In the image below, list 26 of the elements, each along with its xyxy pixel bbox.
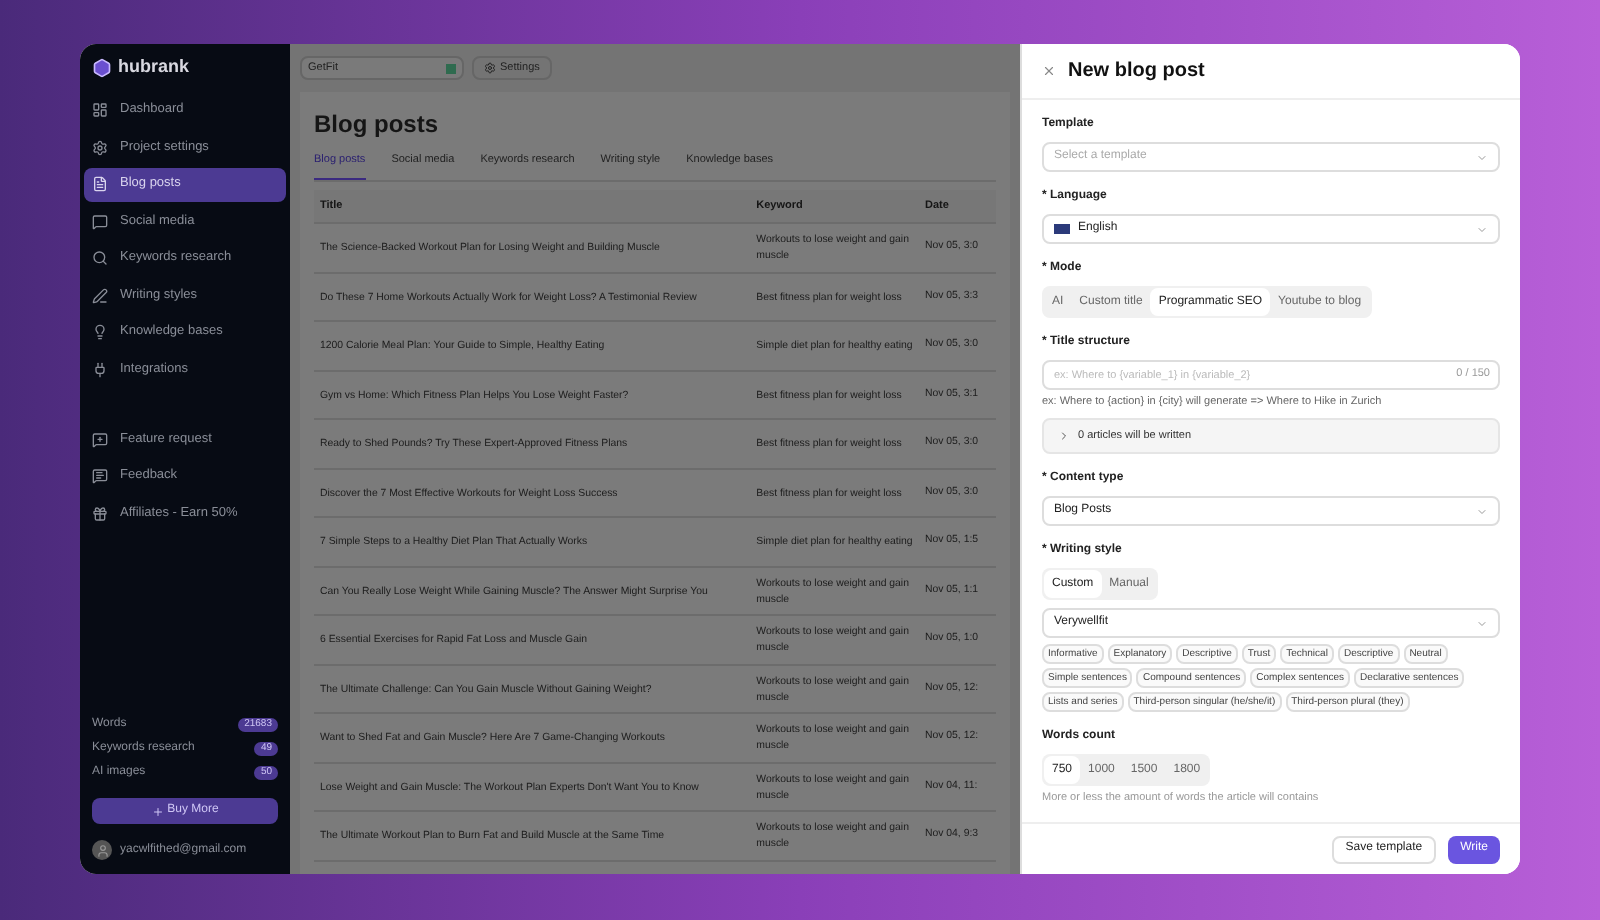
document-icon <box>92 176 108 192</box>
flag-icon <box>1054 224 1070 234</box>
chat-icon <box>92 213 108 229</box>
project-color-icon <box>446 63 456 73</box>
chat-text-icon <box>92 468 108 484</box>
logo-text: hubrank <box>118 54 190 80</box>
chevron-down-icon <box>1476 617 1488 630</box>
plus-icon <box>151 805 164 817</box>
logo-icon <box>92 57 112 78</box>
chevron-down-icon <box>1476 223 1488 235</box>
close-icon[interactable] <box>1042 64 1056 78</box>
pen-icon <box>92 287 108 303</box>
chat-plus-icon <box>92 431 108 447</box>
chevron-right-icon <box>1058 430 1070 443</box>
search-icon <box>92 250 108 266</box>
dashboard-icon <box>92 102 108 118</box>
settings-icon <box>92 139 108 155</box>
settings-icon <box>484 62 496 74</box>
gift-icon <box>92 505 108 521</box>
plug-icon <box>92 361 108 377</box>
avatar-icon <box>92 840 112 860</box>
panel-title: New blog post <box>1068 58 1205 86</box>
chevron-down-icon <box>1476 151 1488 163</box>
chevron-down-icon <box>1476 505 1488 518</box>
page-title: Blog posts <box>314 108 440 142</box>
lightbulb-icon <box>92 324 108 340</box>
